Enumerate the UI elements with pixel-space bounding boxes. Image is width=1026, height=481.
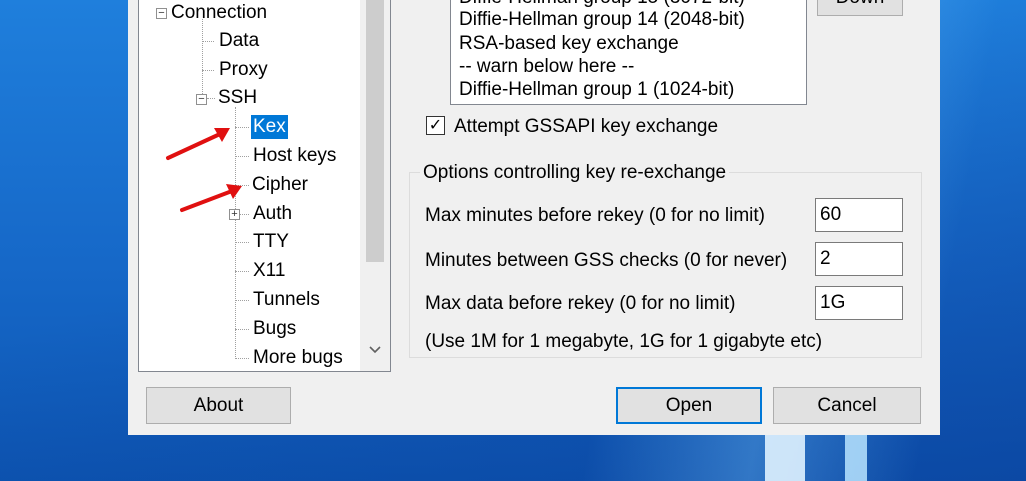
category-tree[interactable]: − − + Connection Data Proxy SSH Kex Host…: [138, 0, 391, 372]
tree-connector: [207, 98, 215, 99]
tree-connector: [202, 70, 214, 71]
list-item[interactable]: RSA-based key exchange: [459, 33, 679, 55]
annotation-arrow-icon: [180, 184, 242, 212]
rekey-data-input[interactable]: 1G: [815, 286, 903, 320]
rekey-minutes-input[interactable]: 60: [815, 198, 903, 232]
about-button[interactable]: About: [146, 387, 291, 424]
annotation-arrow-icon: [166, 128, 230, 160]
gssapi-label[interactable]: Attempt GSSAPI key exchange: [454, 116, 718, 138]
tree-item-auth[interactable]: Auth: [253, 202, 292, 226]
tree-item-tty[interactable]: TTY: [253, 230, 289, 254]
tree-scrollbar[interactable]: [360, 0, 390, 371]
scrollbar-thumb[interactable]: [366, 0, 384, 262]
gss-check-minutes-label: Minutes between GSS checks (0 for never): [425, 250, 788, 271]
tree-item-data[interactable]: Data: [219, 29, 259, 53]
tree-connector: [235, 242, 249, 243]
tree-item-x11[interactable]: X11: [253, 259, 285, 283]
tree-item-host-keys[interactable]: Host keys: [253, 144, 336, 168]
tree-item-ssh[interactable]: SSH: [218, 86, 257, 110]
tree-item-connection[interactable]: Connection: [171, 1, 267, 25]
collapse-icon[interactable]: −: [156, 8, 167, 19]
tree-connector: [235, 127, 249, 128]
down-button[interactable]: Down: [817, 0, 903, 16]
chevron-down-icon[interactable]: [368, 343, 382, 358]
tree-connector: [235, 156, 249, 157]
windows-logo-pane: [845, 434, 867, 481]
gssapi-checkbox[interactable]: ✓: [426, 116, 445, 135]
tree-connector: [235, 107, 236, 359]
group-title: Options controlling key re-exchange: [420, 162, 730, 184]
tree-item-kex[interactable]: Kex: [251, 115, 288, 139]
cancel-button[interactable]: Cancel: [773, 387, 921, 424]
tree-item-bugs[interactable]: Bugs: [253, 317, 296, 341]
list-item[interactable]: Diffie-Hellman group 1 (1024-bit): [459, 79, 734, 101]
rekey-minutes-label: Max minutes before rekey (0 for no limit…: [425, 205, 766, 226]
collapse-icon[interactable]: −: [196, 94, 207, 105]
open-button[interactable]: Open: [616, 387, 762, 424]
windows-logo-pane: [765, 434, 805, 481]
gss-check-minutes-input[interactable]: 2: [815, 242, 903, 276]
list-item[interactable]: Diffie-Hellman group 14 (2048-bit): [459, 9, 745, 31]
tree-connector: [235, 358, 249, 359]
tree-connector: [202, 19, 203, 94]
list-item[interactable]: Diffie-Hellman group 15 (3072-bit): [459, 0, 745, 9]
tree-connector: [235, 300, 249, 301]
tree-connector: [235, 271, 249, 272]
tree-item-cipher[interactable]: Cipher: [252, 173, 308, 197]
tree-connector: [202, 41, 214, 42]
list-item[interactable]: -- warn below here --: [459, 56, 634, 78]
tree-connector: [235, 329, 249, 330]
tree-item-more-bugs[interactable]: More bugs: [253, 346, 343, 370]
tree-item-tunnels[interactable]: Tunnels: [253, 288, 320, 312]
putty-configuration-dialog: − − + Connection Data Proxy SSH Kex Host…: [128, 0, 940, 435]
rekey-hint-text: (Use 1M for 1 megabyte, 1G for 1 gigabyt…: [425, 331, 823, 352]
kex-algorithm-list[interactable]: Diffie-Hellman group 15 (3072-bit) Diffi…: [450, 0, 807, 105]
tree-item-proxy[interactable]: Proxy: [219, 58, 268, 82]
rekey-data-label: Max data before rekey (0 for no limit): [425, 293, 736, 314]
